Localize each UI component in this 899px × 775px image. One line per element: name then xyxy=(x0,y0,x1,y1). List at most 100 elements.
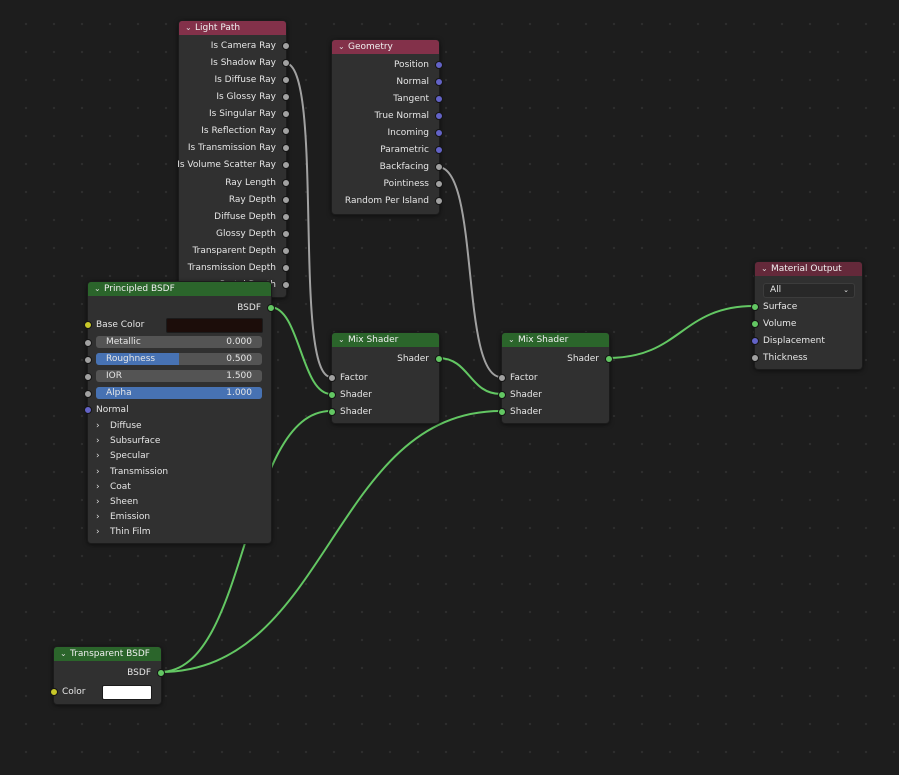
output-label: Pointiness xyxy=(383,179,429,189)
panel-thin-film[interactable]: › Thin Film xyxy=(96,525,151,539)
geometry-header[interactable]: ⌄ Geometry xyxy=(332,40,439,54)
output-socket[interactable] xyxy=(435,61,443,69)
output-socket[interactable] xyxy=(282,42,290,50)
mix-shader-1-header[interactable]: ⌄ Mix Shader xyxy=(332,333,439,347)
panel-emission[interactable]: › Emission xyxy=(96,510,150,524)
output-socket[interactable] xyxy=(435,95,443,103)
link-principled-mix1 xyxy=(269,306,332,395)
collapse-chevron-icon[interactable]: ⌄ xyxy=(508,333,518,347)
light-path-header[interactable]: ⌄ Light Path xyxy=(179,21,286,35)
output-label: Tangent xyxy=(393,94,429,104)
transparent-bsdf-node[interactable]: ⌄ Transparent BSDF BSDF Color xyxy=(50,646,165,705)
output-socket[interactable] xyxy=(282,195,290,204)
shader-input-socket-2[interactable] xyxy=(328,408,336,416)
value-field[interactable]: Metallic 0.000 xyxy=(96,336,262,348)
output-label: Is Glossy Ray xyxy=(216,92,276,103)
geometry-node[interactable]: ⌄ Geometry Position Normal Tangent True Norm… xyxy=(331,39,443,215)
principled-bsdf-node[interactable]: ⌄ Principled BSDF BSDF Base Color Metalli… xyxy=(84,281,275,544)
output-socket[interactable] xyxy=(282,144,290,153)
value-field-label: Roughness xyxy=(106,354,156,364)
output-socket[interactable] xyxy=(435,146,443,154)
volume-socket[interactable] xyxy=(751,320,759,328)
bsdf-output-socket[interactable] xyxy=(157,669,165,677)
output-label: Glossy Depth xyxy=(216,228,276,239)
output-socket[interactable] xyxy=(282,212,290,221)
value-field[interactable]: IOR 1.500 xyxy=(96,370,262,382)
principled-bsdf-header[interactable]: ⌄ Principled BSDF xyxy=(88,282,271,296)
panel-subsurface[interactable]: › Subsurface xyxy=(96,434,160,448)
factor-socket[interactable] xyxy=(328,374,336,382)
displacement-socket[interactable] xyxy=(751,337,759,345)
panel-coat[interactable]: › Coat xyxy=(96,480,131,494)
output-socket[interactable] xyxy=(435,180,443,188)
value-field[interactable]: Roughness 0.500 xyxy=(96,353,262,365)
shader-input-socket-2[interactable] xyxy=(498,408,506,416)
collapse-chevron-icon[interactable]: ⌄ xyxy=(94,282,104,296)
factor-socket[interactable] xyxy=(498,374,506,382)
mix-shader-output-socket[interactable] xyxy=(605,355,613,363)
normal-label: Normal xyxy=(96,405,129,415)
panel-transmission[interactable]: › Transmission xyxy=(96,465,168,479)
output-socket[interactable] xyxy=(282,229,290,238)
shader-input-socket-1[interactable] xyxy=(498,391,506,399)
transparent-bsdf-header[interactable]: ⌄ Transparent BSDF xyxy=(54,647,161,661)
thickness-socket[interactable] xyxy=(751,354,759,362)
material-output-header[interactable]: ⌄ Material Output xyxy=(755,262,862,276)
output-socket[interactable] xyxy=(282,93,290,102)
output-socket[interactable] xyxy=(435,112,443,120)
field-socket[interactable] xyxy=(84,373,92,381)
output-socket[interactable] xyxy=(282,110,290,119)
field-socket[interactable] xyxy=(84,356,92,364)
panel-label: Coat xyxy=(110,481,131,492)
output-label: Is Diffuse Ray xyxy=(214,75,276,86)
node-title: Geometry xyxy=(348,42,393,52)
output-socket[interactable] xyxy=(282,280,290,289)
collapse-chevron-icon[interactable]: ⌄ xyxy=(60,647,70,661)
mix-shader-node-2[interactable]: ⌄ Mix Shader Shader Factor Shader Shader xyxy=(498,332,613,424)
output-socket[interactable] xyxy=(282,263,290,272)
mix-shader-output-socket[interactable] xyxy=(435,355,443,363)
panel-sheen[interactable]: › Sheen xyxy=(96,495,138,509)
color-socket[interactable] xyxy=(50,688,58,696)
output-socket[interactable] xyxy=(282,76,290,85)
panel-specular[interactable]: › Specular xyxy=(96,449,149,463)
base-color-swatch[interactable] xyxy=(166,318,263,333)
color-swatch[interactable] xyxy=(102,685,152,700)
base-color-label: Base Color xyxy=(96,320,145,330)
base-color-socket[interactable] xyxy=(84,321,92,329)
collapse-chevron-icon[interactable]: ⌄ xyxy=(338,333,348,347)
field-socket[interactable] xyxy=(84,390,92,398)
link-mix2-output xyxy=(607,305,755,359)
value-field[interactable]: Alpha 1.000 xyxy=(96,387,262,399)
collapse-chevron-icon[interactable]: ⌄ xyxy=(761,262,771,276)
output-socket[interactable] xyxy=(435,129,443,137)
mix-shader-2-header[interactable]: ⌄ Mix Shader xyxy=(502,333,609,347)
output-socket[interactable] xyxy=(282,246,290,255)
output-socket[interactable] xyxy=(435,197,443,205)
mix-shader-node-1[interactable]: ⌄ Mix Shader Shader Factor Shader Shader xyxy=(328,332,443,424)
value-field-label: Metallic xyxy=(106,337,141,347)
panel-diffuse[interactable]: › Diffuse xyxy=(96,419,142,433)
field-socket[interactable] xyxy=(84,339,92,347)
output-label: Is Volume Scatter Ray xyxy=(177,160,276,171)
normal-socket[interactable] xyxy=(84,406,92,414)
shader-input-socket-1[interactable] xyxy=(328,391,336,399)
surface-socket[interactable] xyxy=(751,303,759,311)
output-label: Incoming xyxy=(387,128,430,138)
light-path-node[interactable]: ⌄ Light Path Is Camera Ray Is Shadow Ray Is… xyxy=(177,20,290,298)
target-dropdown[interactable]: All ⌄ xyxy=(763,283,855,298)
output-socket[interactable] xyxy=(282,59,290,68)
output-socket[interactable] xyxy=(282,127,290,136)
material-output-node[interactable]: ⌄ Material Output All ⌄ Surface Volume Di… xyxy=(751,261,863,370)
collapse-chevron-icon[interactable]: ⌄ xyxy=(338,40,348,54)
output-socket[interactable] xyxy=(282,161,290,170)
output-socket[interactable] xyxy=(435,78,443,86)
chevron-right-icon: › xyxy=(96,481,100,492)
chevron-right-icon: › xyxy=(96,512,100,523)
bsdf-output-socket[interactable] xyxy=(267,304,275,312)
collapse-chevron-icon[interactable]: ⌄ xyxy=(185,21,195,35)
output-socket[interactable] xyxy=(282,178,290,187)
value-field-value: 0.500 xyxy=(226,354,252,364)
chevron-right-icon: › xyxy=(96,421,100,431)
output-socket[interactable] xyxy=(435,163,443,171)
